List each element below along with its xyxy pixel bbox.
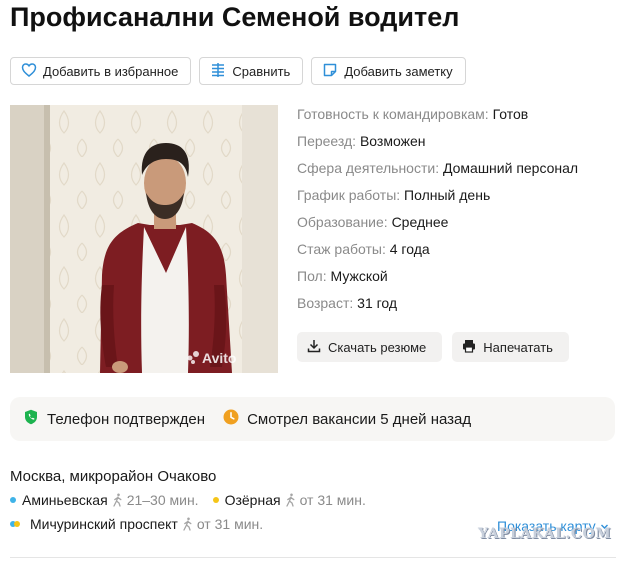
- metro-travel-time: от 31 мин.: [299, 492, 366, 508]
- walking-icon: [182, 516, 193, 532]
- metro-stations-row-1: Аминьевская 21–30 мин. Озёрная от 31 мин…: [10, 492, 380, 508]
- printer-icon: [462, 339, 476, 356]
- detail-value: 4 года: [389, 241, 430, 257]
- detail-value: Готов: [492, 106, 529, 122]
- detail-value: Мужской: [330, 268, 388, 284]
- detail-key: Пол:: [297, 268, 327, 284]
- detail-row-education: Образование: Среднее: [297, 212, 578, 239]
- detail-key: Стаж работы:: [297, 241, 386, 257]
- detail-row-gender: Пол: Мужской: [297, 266, 578, 293]
- metro-line-dot: [10, 497, 16, 503]
- detail-value: Домашний персонал: [442, 160, 579, 176]
- activity-status: Смотрел вакансии 5 дней назад: [223, 409, 471, 429]
- metro-station-name: Аминьевская: [22, 492, 108, 508]
- metro-stations-row-2: Мичуринский проспект от 31 мин.: [10, 516, 277, 532]
- activity-text: Смотрел вакансии 5 дней назад: [247, 410, 472, 428]
- metro-travel-time: от 31 мин.: [196, 516, 264, 532]
- detail-key: Образование:: [297, 214, 388, 230]
- section-divider: [10, 557, 616, 558]
- note-icon: [322, 62, 338, 81]
- download-resume-label: Скачать резюме: [328, 339, 427, 355]
- site-watermark: YAPLAKAL.COM: [478, 526, 612, 542]
- page-title: Профисанални Семеной водител: [10, 2, 460, 32]
- compare-icon: [210, 62, 226, 81]
- detail-value: 31 год: [357, 295, 398, 311]
- document-actions: Скачать резюме Напечатать: [297, 332, 569, 362]
- metro-travel-time: 21–30 мин.: [126, 492, 199, 508]
- resume-details: Готовность к командировкам: Готов Переез…: [297, 104, 578, 320]
- action-bar: Добавить в избранное Сравнить Добавить з…: [10, 57, 466, 85]
- detail-row-relocation: Переезд: Возможен: [297, 131, 578, 158]
- add-note-label: Добавить заметку: [344, 63, 453, 79]
- compare-button[interactable]: Сравнить: [199, 57, 304, 85]
- print-label: Напечатать: [483, 339, 553, 355]
- avito-watermark-text: Avito: [202, 350, 236, 366]
- walking-icon: [285, 492, 296, 508]
- phone-verified-icon: [23, 409, 39, 429]
- detail-value: Полный день: [404, 187, 491, 203]
- add-to-favorites-button[interactable]: Добавить в избранное: [10, 57, 192, 85]
- clock-icon: [223, 409, 239, 429]
- profile-photo-image: Avito: [10, 105, 278, 373]
- detail-key: Сфера деятельности:: [297, 160, 440, 176]
- detail-row-business-trips: Готовность к командировкам: Готов: [297, 104, 578, 131]
- compare-label: Сравнить: [232, 63, 291, 79]
- add-note-button[interactable]: Добавить заметку: [311, 57, 466, 85]
- metro-station-name: Мичуринский проспект: [30, 516, 178, 532]
- detail-row-experience: Стаж работы: 4 года: [297, 239, 578, 266]
- walking-icon: [112, 492, 123, 508]
- print-button[interactable]: Напечатать: [452, 332, 569, 362]
- detail-row-field: Сфера деятельности: Домашний персонал: [297, 158, 578, 185]
- metro-line-dots: [10, 521, 26, 527]
- profile-photo[interactable]: Avito: [10, 105, 278, 373]
- download-resume-button[interactable]: Скачать резюме: [297, 332, 443, 362]
- phone-verified-status: Телефон подтвержден: [23, 409, 205, 429]
- add-to-favorites-label: Добавить в избранное: [43, 63, 179, 79]
- heart-icon: [21, 62, 37, 81]
- detail-row-schedule: График работы: Полный день: [297, 185, 578, 212]
- seller-status-panel: Телефон подтвержден Смотрел вакансии 5 д…: [10, 397, 615, 441]
- metro-station-name: Озёрная: [224, 492, 281, 508]
- detail-key: Переезд:: [297, 133, 357, 149]
- phone-verified-text: Телефон подтвержден: [47, 410, 206, 428]
- metro-line-dot: [212, 497, 219, 503]
- detail-value: Возможен: [359, 133, 426, 149]
- location-address: Москва, микрорайон Очаково: [10, 468, 217, 485]
- detail-key: График работы:: [297, 187, 401, 203]
- metro-line-dot: [14, 521, 20, 527]
- detail-key: Готовность к командировкам:: [297, 106, 489, 122]
- detail-row-age: Возраст: 31 год: [297, 293, 578, 320]
- detail-value: Среднее: [391, 214, 449, 230]
- detail-key: Возраст:: [297, 295, 354, 311]
- download-icon: [307, 339, 321, 356]
